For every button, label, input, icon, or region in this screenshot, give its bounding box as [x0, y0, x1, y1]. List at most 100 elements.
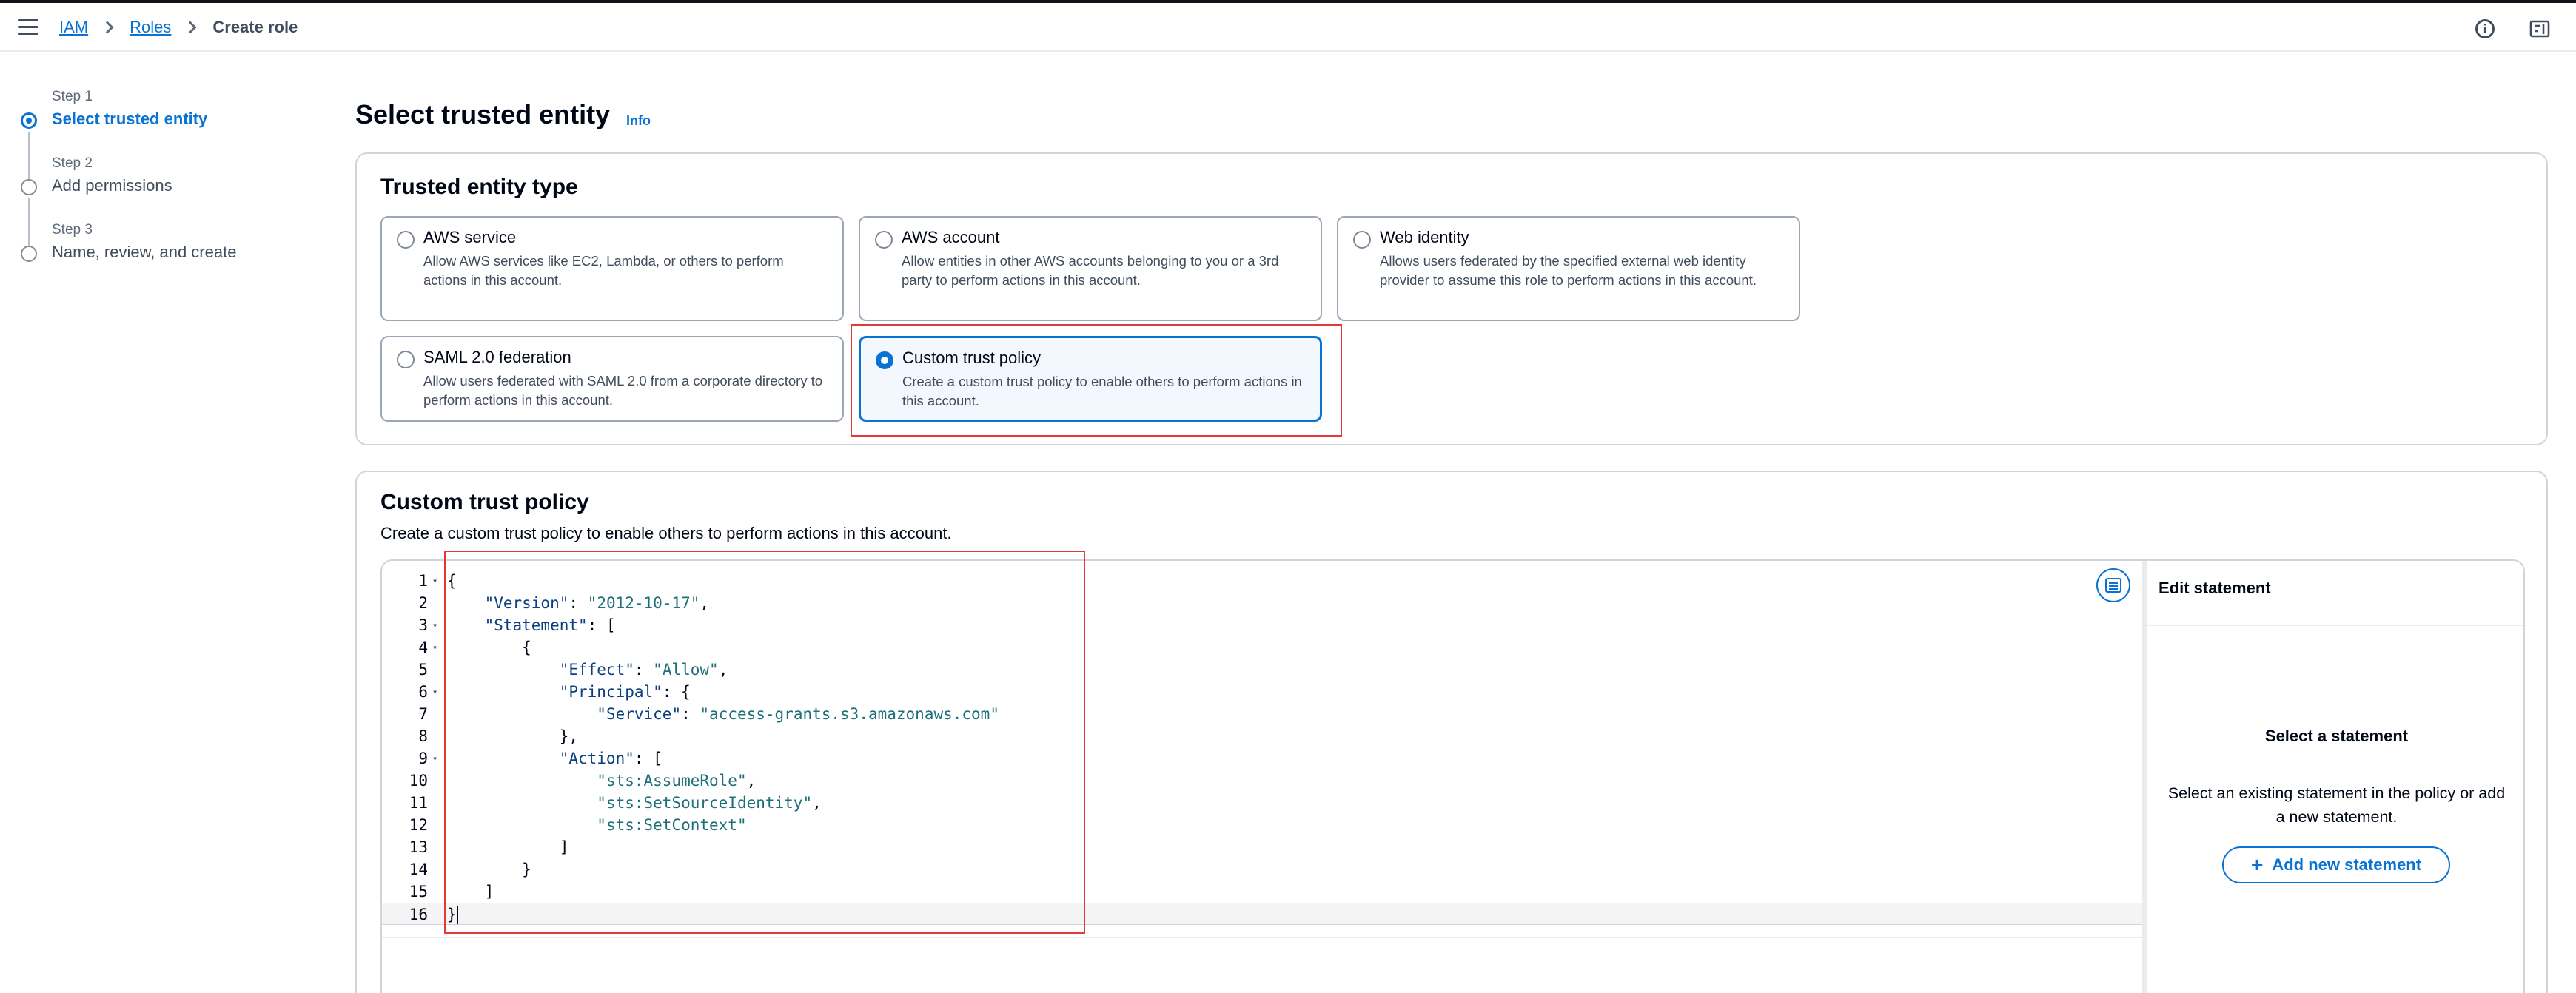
- info-link[interactable]: Info: [626, 113, 651, 129]
- code-text: {: [447, 572, 457, 590]
- option-description: Allow entities in other AWS accounts bel…: [902, 253, 1279, 288]
- option-description: Allow AWS services like EC2, Lambda, or …: [423, 253, 784, 288]
- code-line[interactable]: 4 ▾ {: [382, 636, 2142, 659]
- option-title: SAML 2.0 federation: [423, 348, 571, 366]
- code-line[interactable]: 10 "sts:AssumeRole",: [382, 770, 2142, 792]
- code-text: "Version": "2012-10-17",: [484, 594, 710, 612]
- panel-empty-title: Select a statement: [2264, 727, 2409, 745]
- option-title: AWS account: [902, 228, 1000, 246]
- option-title: AWS service: [423, 228, 517, 246]
- step-1-indicator-icon: [21, 112, 37, 129]
- code-line[interactable]: 15 ]: [382, 881, 2142, 903]
- code-line[interactable]: 6 ▾ "Principal": {: [382, 681, 2142, 703]
- option-custom-trust-policy[interactable]: Custom trust policy Create a custom trus…: [859, 336, 1322, 422]
- top-navigation-bar: IAM Roles Create role i: [0, 0, 2576, 52]
- fold-arrow-icon[interactable]: ▾: [432, 681, 437, 703]
- step-1[interactable]: Step 1 Select trusted entity: [52, 89, 207, 129]
- step-number: Step 1: [52, 89, 93, 104]
- page-title: Select trusted entity: [355, 99, 611, 129]
- code-line[interactable]: 2 "Version": "2012-10-17",: [382, 592, 2142, 614]
- code-line[interactable]: 9 ▾ "Action": [: [382, 747, 2142, 770]
- line-number: 11: [409, 794, 428, 812]
- option-title: Web identity: [1380, 228, 1469, 246]
- add-new-statement-button[interactable]: + Add new statement: [2222, 846, 2450, 883]
- code-text: "Action": [: [559, 750, 663, 767]
- text-cursor: [456, 906, 458, 924]
- option-description: Allow users federated with SAML 2.0 from…: [423, 373, 823, 408]
- code-text: "sts:AssumeRole",: [597, 772, 757, 790]
- line-number: 8: [418, 727, 428, 745]
- radio-button[interactable]: [397, 351, 415, 368]
- code-text: ]: [447, 838, 569, 856]
- step-3: Step 3 Name, review, and create: [52, 222, 236, 262]
- code-text: }: [447, 861, 531, 878]
- breadcrumb-roles-link[interactable]: Roles: [130, 18, 171, 37]
- info-circle-icon[interactable]: i: [2475, 19, 2495, 38]
- fold-arrow-icon[interactable]: ▾: [432, 570, 437, 592]
- code-line[interactable]: 16}: [382, 903, 2142, 925]
- breadcrumb-current: Create role: [212, 18, 298, 36]
- line-number: 13: [409, 838, 428, 856]
- fold-arrow-icon[interactable]: ▾: [432, 636, 437, 659]
- panel-empty-description: Select an existing statement in the poli…: [2167, 784, 2506, 826]
- line-number: 16: [409, 906, 428, 923]
- radio-button[interactable]: [397, 231, 415, 249]
- edit-statement-panel: Edit statement Select a statement Select…: [2142, 561, 2523, 993]
- section-title: Trusted entity type: [380, 175, 578, 199]
- option-aws-account[interactable]: AWS account Allow entities in other AWS …: [859, 216, 1322, 321]
- code-text: {: [447, 639, 531, 656]
- line-number: 5: [418, 661, 428, 679]
- code-text: "Principal": {: [559, 683, 691, 701]
- editor-divider: [382, 937, 2142, 938]
- step-number: Step 3: [52, 222, 93, 238]
- policy-editor: 1 ▾{2 "Version": "2012-10-17", 3 ▾ "Stateme…: [380, 559, 2525, 993]
- code-line[interactable]: 1 ▾ {: [382, 570, 2142, 592]
- plus-icon: +: [2250, 853, 2264, 876]
- step-3-indicator-icon: [21, 246, 37, 262]
- fold-arrow-icon[interactable]: ▾: [432, 614, 437, 636]
- option-saml-federation[interactable]: SAML 2.0 federation Allow users federate…: [380, 336, 844, 422]
- code-line[interactable]: 12 "sts:SetContext": [382, 814, 2142, 836]
- breadcrumb-iam-link[interactable]: IAM: [59, 18, 88, 37]
- line-number: 6: [418, 683, 428, 701]
- code-line[interactable]: 13 ]: [382, 836, 2142, 858]
- code-text: ]: [447, 883, 494, 901]
- hamburger-menu-icon[interactable]: [18, 19, 38, 37]
- line-number: 10: [409, 772, 428, 790]
- step-2-indicator-icon: [21, 179, 37, 195]
- code-text: "Effect": "Allow",: [559, 661, 728, 679]
- option-aws-service[interactable]: AWS service Allow AWS services like EC2,…: [380, 216, 844, 321]
- step-2: Step 2 Add permissions: [52, 155, 172, 195]
- code-editor[interactable]: 1 ▾{2 "Version": "2012-10-17", 3 ▾ "Stateme…: [382, 561, 2142, 993]
- code-text: "sts:SetContext": [597, 816, 747, 834]
- line-number: 7: [418, 705, 428, 723]
- breadcrumb: IAM Roles Create role: [59, 18, 298, 37]
- radio-button-selected[interactable]: [876, 351, 893, 369]
- step-connector: [28, 198, 30, 246]
- chevron-right-icon: [184, 21, 197, 34]
- line-number: 12: [409, 816, 428, 834]
- custom-trust-policy-panel: Custom trust policy Create a custom trus…: [355, 471, 2548, 993]
- add-button-label: Add new statement: [2272, 855, 2422, 874]
- format-document-icon[interactable]: [2096, 568, 2130, 602]
- panel-divider: [2147, 625, 2523, 626]
- code-text: }: [447, 906, 458, 924]
- code-line[interactable]: 7 "Service": "access-grants.s3.amazonaws…: [382, 703, 2142, 725]
- code-line[interactable]: 3 ▾ "Statement": [: [382, 614, 2142, 636]
- code-line[interactable]: 14 }: [382, 858, 2142, 881]
- radio-button[interactable]: [875, 231, 893, 249]
- radio-button[interactable]: [1353, 231, 1371, 249]
- line-number: 9: [418, 750, 428, 767]
- code-line[interactable]: 5 "Effect": "Allow",: [382, 659, 2142, 681]
- step-connector: [28, 132, 30, 182]
- line-number: 1: [418, 572, 428, 590]
- panel-header: Edit statement: [2159, 579, 2271, 597]
- step-title: Select trusted entity: [52, 110, 208, 128]
- fold-arrow-icon[interactable]: ▾: [432, 747, 437, 770]
- settings-panel-icon[interactable]: [2529, 18, 2551, 40]
- step-title: Name, review, and create: [52, 243, 237, 261]
- line-number: 2: [418, 594, 428, 612]
- option-web-identity[interactable]: Web identity Allows users federated by t…: [1337, 216, 1800, 321]
- code-line[interactable]: 8 },: [382, 725, 2142, 747]
- code-line[interactable]: 11 "sts:SetSourceIdentity",: [382, 792, 2142, 814]
